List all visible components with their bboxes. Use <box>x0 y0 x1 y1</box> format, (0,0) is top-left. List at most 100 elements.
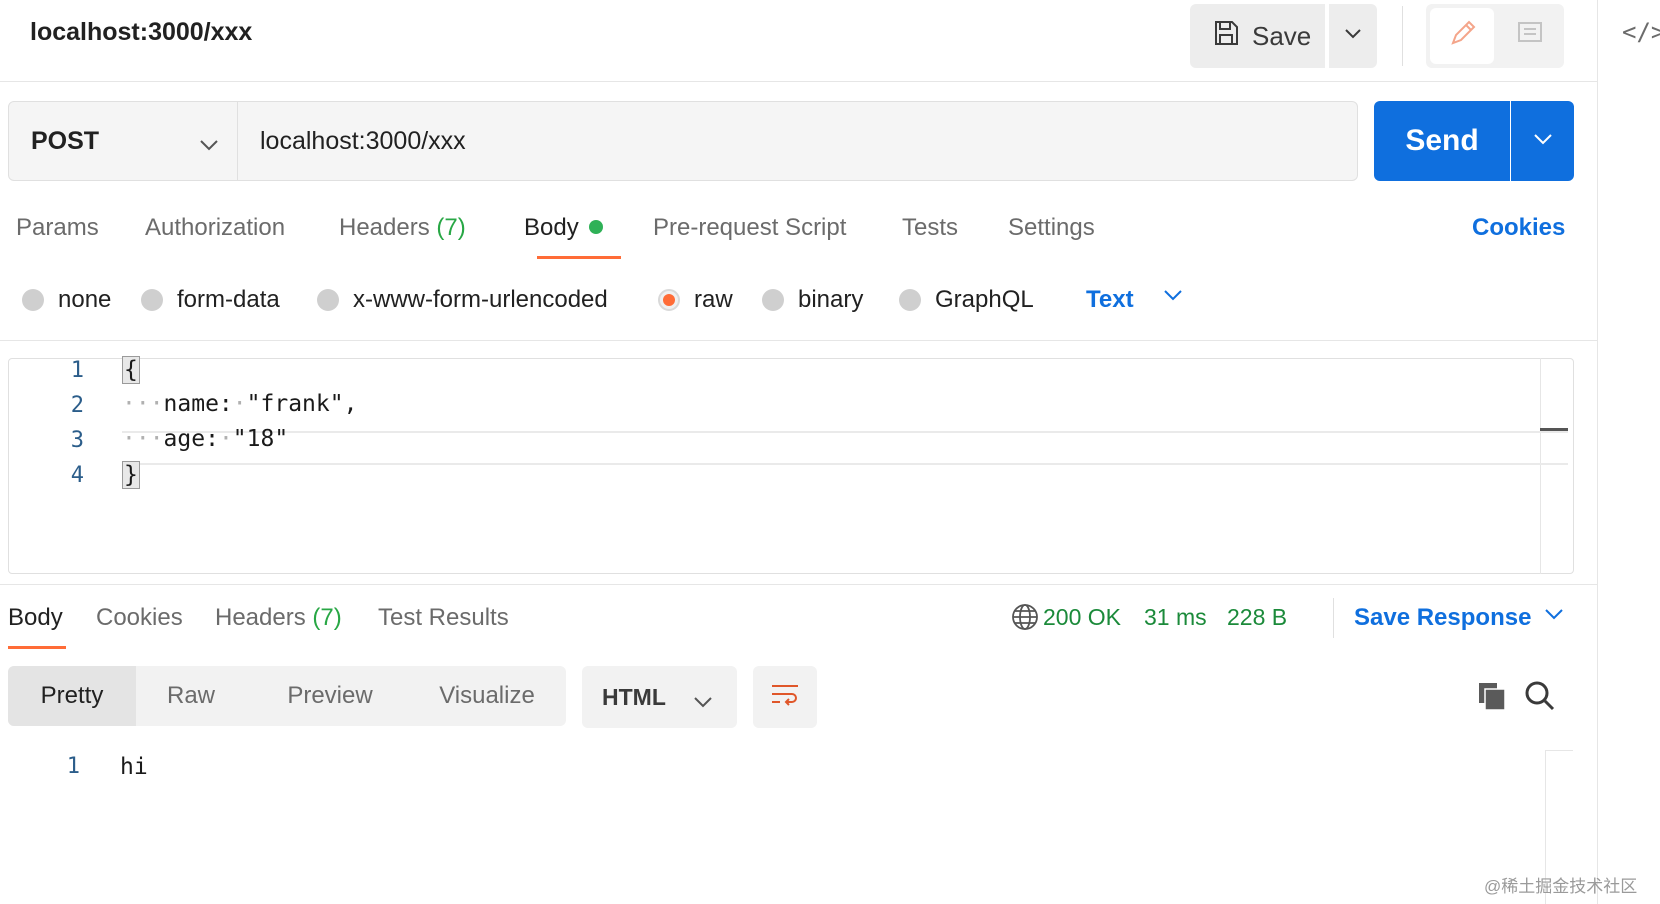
tab-pre-request-script[interactable]: Pre-request Script <box>653 214 846 242</box>
body-type-label: form-data <box>177 286 280 313</box>
response-scroll-top-edge <box>1545 750 1573 751</box>
comments-button[interactable] <box>1500 8 1560 64</box>
save-options-button[interactable] <box>1329 4 1377 68</box>
response-tab-headers-label: Headers <box>215 604 306 631</box>
request-title[interactable]: localhost:3000/xxx <box>30 18 252 47</box>
edit-mode-button[interactable] <box>1430 8 1494 64</box>
response-tab-headers-count: (7) <box>312 604 342 631</box>
body-type-label: x-www-form-urlencoded <box>353 286 608 313</box>
current-line-highlight <box>122 431 1568 465</box>
chevron-down-icon <box>199 130 219 159</box>
watermark: @稀土掘金技术社区 <box>1484 877 1638 896</box>
wrap-lines-icon <box>769 681 801 714</box>
send-options-button[interactable] <box>1511 101 1574 181</box>
view-visualize[interactable]: Visualize <box>414 666 560 726</box>
status-divider <box>1333 598 1334 638</box>
line-number: 3 <box>70 428 84 453</box>
active-response-tab-indicator <box>8 646 66 649</box>
code-key: age: <box>163 426 219 452</box>
response-divider[interactable] <box>0 584 1597 585</box>
code-value: "18" <box>232 426 289 452</box>
url-input[interactable] <box>238 101 1358 181</box>
http-method-label: POST <box>31 126 100 155</box>
chevron-down-icon <box>1533 132 1553 151</box>
tab-headers-count: (7) <box>436 214 466 241</box>
radio-icon <box>141 289 163 311</box>
response-time[interactable]: 31 ms <box>1144 604 1207 631</box>
body-type-label: none <box>58 286 112 313</box>
indent-whitespace: ··· <box>122 391 164 417</box>
raw-format-select[interactable]: Text <box>1086 286 1134 314</box>
body-type-label: binary <box>798 286 864 313</box>
chevron-down-icon <box>693 688 713 715</box>
copy-icon[interactable] <box>1476 680 1508 717</box>
response-tab-cookies[interactable]: Cookies <box>96 604 183 632</box>
response-format-select[interactable]: HTML <box>582 666 737 728</box>
response-format-label: HTML <box>602 683 666 710</box>
cookies-link[interactable]: Cookies <box>1472 214 1565 242</box>
line-number: 2 <box>70 393 84 418</box>
response-tab-test-results[interactable]: Test Results <box>378 604 509 632</box>
tab-body-label: Body <box>524 214 579 241</box>
response-size[interactable]: 228 B <box>1227 604 1287 631</box>
tab-settings[interactable]: Settings <box>1008 214 1095 242</box>
body-type-form-data[interactable]: form-data <box>141 286 280 314</box>
search-icon[interactable] <box>1524 680 1556 717</box>
floppy-disk-icon <box>1212 19 1240 54</box>
section-divider <box>0 340 1597 341</box>
send-button[interactable]: Send <box>1374 101 1510 181</box>
indent-whitespace: ··· <box>122 426 164 452</box>
code-line-1: { <box>122 356 140 384</box>
view-pretty[interactable]: Pretty <box>8 666 136 726</box>
radio-selected-icon <box>658 289 680 311</box>
chevron-down-icon[interactable] <box>1544 607 1564 626</box>
body-type-raw[interactable]: raw <box>658 286 733 314</box>
tab-authorization[interactable]: Authorization <box>145 214 285 242</box>
tab-headers-label: Headers <box>339 214 430 241</box>
view-raw[interactable]: Raw <box>136 666 246 726</box>
toolbar-divider <box>1402 6 1403 66</box>
body-modified-indicator <box>588 219 603 234</box>
code-line-3: ···age:·"18" <box>122 426 288 452</box>
save-button-label: Save <box>1252 20 1312 51</box>
http-method-select[interactable]: POST <box>8 101 238 181</box>
body-type-binary[interactable]: binary <box>762 286 863 314</box>
save-response-button[interactable]: Save Response <box>1354 604 1531 632</box>
code-key: name: <box>163 391 233 417</box>
view-preview[interactable]: Preview <box>264 666 396 726</box>
code-line-4: } <box>122 461 140 489</box>
wrap-lines-button[interactable] <box>753 666 817 728</box>
chevron-down-icon <box>1344 27 1362 45</box>
tab-tests[interactable]: Tests <box>902 214 958 242</box>
active-tab-indicator <box>537 256 621 259</box>
response-tab-body[interactable]: Body <box>8 604 63 632</box>
globe-icon[interactable] <box>1010 602 1040 637</box>
line-number: 1 <box>70 358 84 383</box>
whitespace: · <box>232 391 247 417</box>
response-body-line: hi <box>120 754 148 780</box>
save-button[interactable]: Save <box>1190 4 1325 68</box>
tab-body[interactable]: Body <box>524 214 603 242</box>
comment-icon <box>1515 19 1545 54</box>
code-line-2: ···name:·"frank", <box>122 391 357 417</box>
line-number: 4 <box>70 463 84 488</box>
body-type-none[interactable]: none <box>22 286 111 314</box>
chevron-down-icon[interactable] <box>1163 288 1183 307</box>
status-code[interactable]: 200 OK <box>1043 604 1121 631</box>
line-number: 1 <box>66 754 80 779</box>
response-tab-headers[interactable]: Headers (7) <box>215 604 342 632</box>
radio-icon <box>317 289 339 311</box>
matching-brace: { <box>122 356 140 384</box>
body-type-graphql[interactable]: GraphQL <box>899 286 1034 314</box>
code-value: "frank", <box>246 391 358 417</box>
radio-icon <box>22 289 44 311</box>
code-snippet-icon[interactable]: </> <box>1622 18 1660 46</box>
tab-headers[interactable]: Headers (7) <box>339 214 466 242</box>
pencil-icon <box>1447 19 1477 54</box>
matching-brace: } <box>122 461 140 489</box>
body-type-x-www-form-urlencoded[interactable]: x-www-form-urlencoded <box>317 286 608 314</box>
radio-icon <box>899 289 921 311</box>
whitespace: · <box>218 426 233 452</box>
radio-icon <box>762 289 784 311</box>
tab-params[interactable]: Params <box>16 214 99 242</box>
